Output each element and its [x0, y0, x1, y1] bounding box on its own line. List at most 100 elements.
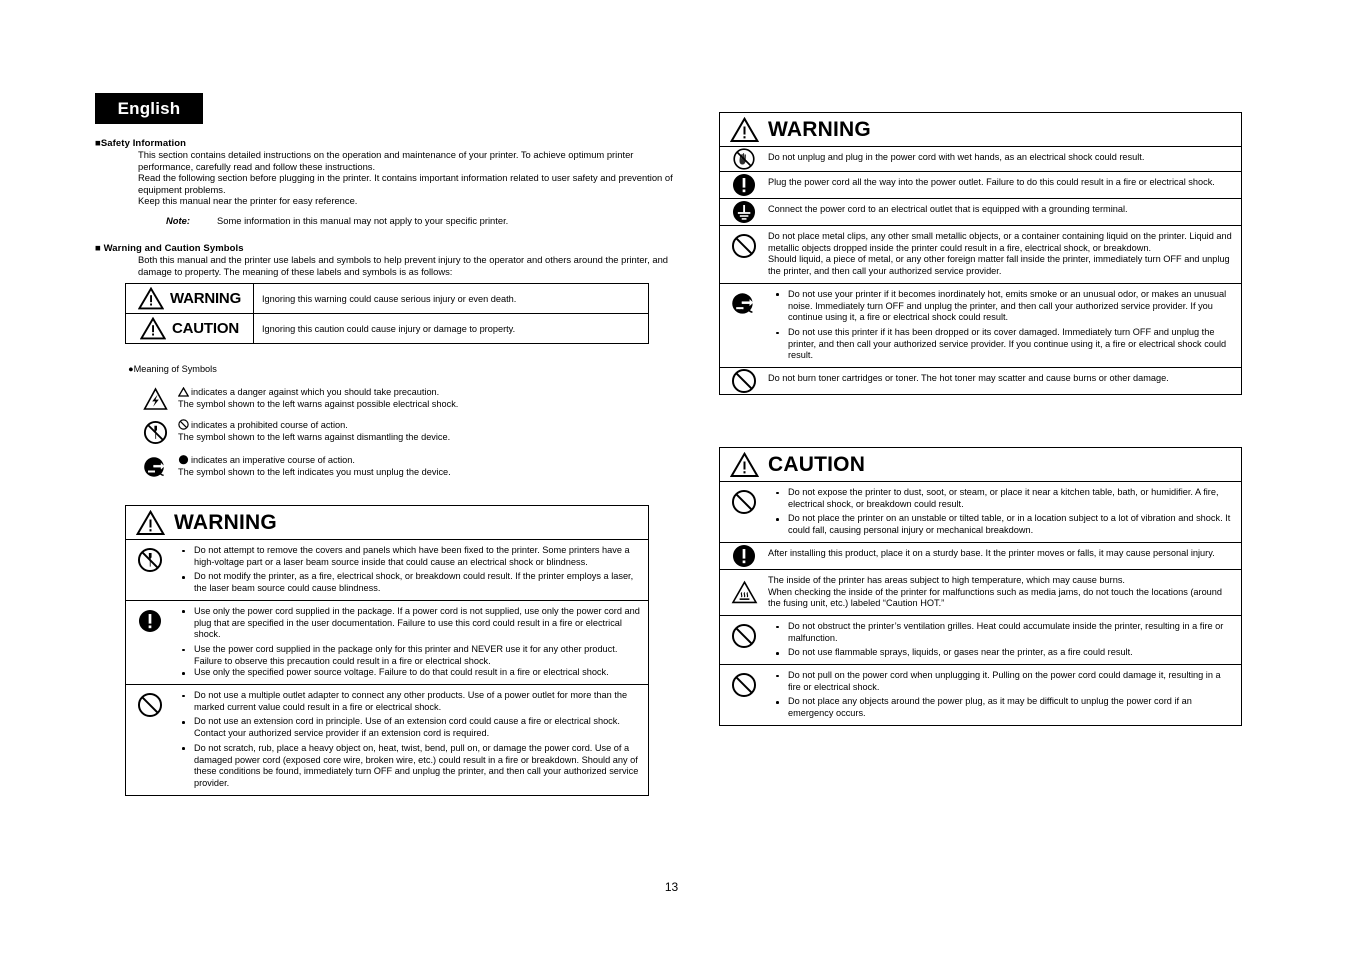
- table-row: WARNING Ignoring this warning could caus…: [126, 284, 648, 314]
- alert-row: Do not burn toner cartridges or toner. T…: [720, 368, 1241, 394]
- alert-row-body: Do not unplug and plug in the power cord…: [768, 147, 1241, 171]
- meaning-line-2: The symbol shown to the left indicates y…: [178, 467, 451, 478]
- bullet-item: Do not expose the printer to dust, soot,…: [768, 487, 1233, 510]
- warning-triangle-icon: [137, 286, 165, 310]
- bullet-item: Do not attempt to remove the covers and …: [174, 545, 640, 568]
- imperative-exclamation-icon: [720, 543, 768, 569]
- caution-cell: CAUTION: [126, 314, 254, 343]
- unplug-device-icon: [132, 454, 178, 480]
- prohibition-circle-icon: [720, 482, 768, 542]
- alert-row-body: Do not use a multiple outlet adapter to …: [174, 685, 648, 795]
- bullet-item: Do not obstruct the printer’s ventilatio…: [768, 621, 1233, 644]
- manual-page: English ■Safety Information This section…: [0, 0, 1351, 954]
- alert-row: Do not attempt to remove the covers and …: [126, 540, 648, 601]
- safety-information-paragraph-2: Read the following section before pluggi…: [138, 172, 673, 195]
- alert-row-body: Do not place metal clips, any other smal…: [768, 226, 1241, 283]
- warning-description: Ignoring this warning could cause seriou…: [262, 293, 517, 304]
- bullet-item: Do not place the printer on an unstable …: [768, 513, 1233, 536]
- caution-description: Ignoring this caution could cause injury…: [262, 323, 516, 334]
- hot-surface-triangle-icon: [720, 570, 768, 615]
- prohibition-circle-icon: [720, 665, 768, 725]
- note-text: Some information in this manual may not …: [217, 215, 509, 226]
- alert-row: Do not expose the printer to dust, soot,…: [720, 482, 1241, 543]
- warning-box-right-header: WARNING: [720, 113, 1241, 147]
- warning-caution-symbols-heading: ■ Warning and Caution Symbols: [95, 243, 244, 254]
- alert-row-body: Connect the power cord to an electrical …: [768, 199, 1241, 225]
- bullet-item: Use only the specified power source volt…: [174, 667, 640, 679]
- unplug-device-icon: [720, 284, 768, 367]
- alert-row-body: Use only the power cord supplied in the …: [174, 601, 648, 684]
- warning-triangle-icon: [139, 316, 167, 340]
- alert-row-body: The inside of the printer has areas subj…: [768, 570, 1241, 615]
- alert-paragraph: When checking the inside of the printer …: [768, 586, 1223, 609]
- imperative-exclamation-icon: [126, 601, 174, 684]
- warning-box-left-header: WARNING: [126, 506, 648, 540]
- table-row: CAUTION Ignoring this caution could caus…: [126, 314, 648, 343]
- bullet-item: Do not scratch, rub, place a heavy objec…: [174, 743, 640, 790]
- warning-box-left-title: WARNING: [174, 510, 277, 534]
- alert-row: The inside of the printer has areas subj…: [720, 570, 1241, 616]
- prohibition-circle-icon: [720, 616, 768, 664]
- no-disassembly-icon: [126, 540, 174, 600]
- note-label: Note:: [166, 215, 190, 226]
- alert-row-body: Do not attempt to remove the covers and …: [174, 540, 648, 600]
- alert-row-body: Do not use your printer if it becomes in…: [768, 284, 1241, 367]
- list-item: indicates a danger against which you sho…: [132, 386, 652, 411]
- alert-row-body: Plug the power cord all the way into the…: [768, 172, 1241, 198]
- alert-row: Do not unplug and plug in the power cord…: [720, 147, 1241, 172]
- alert-paragraph: After installing this product, place it …: [768, 547, 1215, 558]
- no-disassembly-icon: [132, 419, 178, 445]
- page-number: 13: [664, 880, 679, 894]
- warning-box-right: WARNING Do not unplug and plug in the po…: [719, 112, 1242, 396]
- alert-row-body: After installing this product, place it …: [768, 543, 1241, 569]
- square-bullet-icon: ■: [95, 243, 104, 254]
- caution-box-right-header: CAUTION: [720, 448, 1241, 482]
- bullet-item: Do not place any objects around the powe…: [768, 696, 1233, 719]
- prohibition-circle-icon: [126, 685, 174, 795]
- caution-label: CAUTION: [172, 320, 239, 337]
- bullet-item: Use only the power cord supplied in the …: [174, 606, 640, 641]
- meaning-line-1: indicates a prohibited course of action.: [191, 420, 348, 430]
- bullet-item: Do not use your printer if it becomes in…: [768, 289, 1233, 324]
- bullet-item: Do not use this printer if it has been d…: [768, 327, 1233, 362]
- alert-row: Plug the power cord all the way into the…: [720, 172, 1241, 199]
- warning-triangle-icon: [135, 509, 166, 536]
- warning-box-left: WARNING Do not attempt to remove the cov…: [125, 505, 649, 796]
- alert-row: Do not pull on the power cord when unplu…: [720, 665, 1241, 725]
- alert-row: Use only the power cord supplied in the …: [126, 601, 648, 686]
- meaning-of-symbols-title: ●Meaning of Symbols: [128, 364, 217, 374]
- list-item-text: indicates an imperative course of action…: [178, 454, 451, 479]
- wet-hands-prohibited-icon: [720, 147, 768, 171]
- alert-paragraph: Plug the power cord all the way into the…: [768, 177, 1215, 187]
- warning-triangle-icon: [729, 116, 760, 143]
- language-tab: English: [95, 93, 203, 124]
- language-tab-label: English: [117, 98, 181, 118]
- alert-paragraph: Do not burn toner cartridges or toner. T…: [768, 373, 1169, 384]
- electric-shock-triangle-icon: [132, 386, 178, 411]
- alert-row-body: Do not expose the printer to dust, soot,…: [768, 482, 1241, 542]
- alert-row: Do not use your printer if it becomes in…: [720, 284, 1241, 369]
- warning-caution-symbols-intro: Both this manual and the printer use lab…: [138, 254, 669, 277]
- imperative-exclamation-icon: [720, 172, 768, 198]
- alert-paragraph: The inside of the printer has areas subj…: [768, 574, 1125, 585]
- meaning-line-2: The symbol shown to the left warns again…: [178, 399, 459, 410]
- alert-row: Do not obstruct the printer’s ventilatio…: [720, 616, 1241, 666]
- meaning-line-1: indicates a danger against which you sho…: [191, 387, 440, 397]
- alert-row: After installing this product, place it …: [720, 543, 1241, 570]
- list-item: indicates an imperative course of action…: [132, 454, 652, 480]
- alert-row-body: Do not pull on the power cord when unplu…: [768, 665, 1241, 725]
- prohibition-circle-icon: [178, 419, 189, 430]
- triangle-icon: [177, 386, 190, 397]
- alert-paragraph: Do not unplug and plug in the power cord…: [768, 152, 1145, 162]
- alert-paragraph: Connect the power cord to an electrical …: [768, 204, 1128, 214]
- alert-row-body: Do not obstruct the printer’s ventilatio…: [768, 616, 1241, 664]
- bullet-item: Do not modify the printer, as a fire, el…: [174, 571, 640, 594]
- meaning-line-2: The symbol shown to the left warns again…: [178, 432, 451, 443]
- warning-cell: WARNING: [126, 284, 254, 313]
- alert-paragraph: Should liquid, a piece of metal, or any …: [768, 254, 1230, 277]
- bullet-item: Do not use a multiple outlet adapter to …: [174, 690, 640, 713]
- bullet-item: Do not use an extension cord in principl…: [174, 716, 640, 739]
- warning-box-right-title: WARNING: [768, 117, 871, 141]
- alert-row: Do not use a multiple outlet adapter to …: [126, 685, 648, 795]
- caution-box-right-title: CAUTION: [768, 452, 866, 476]
